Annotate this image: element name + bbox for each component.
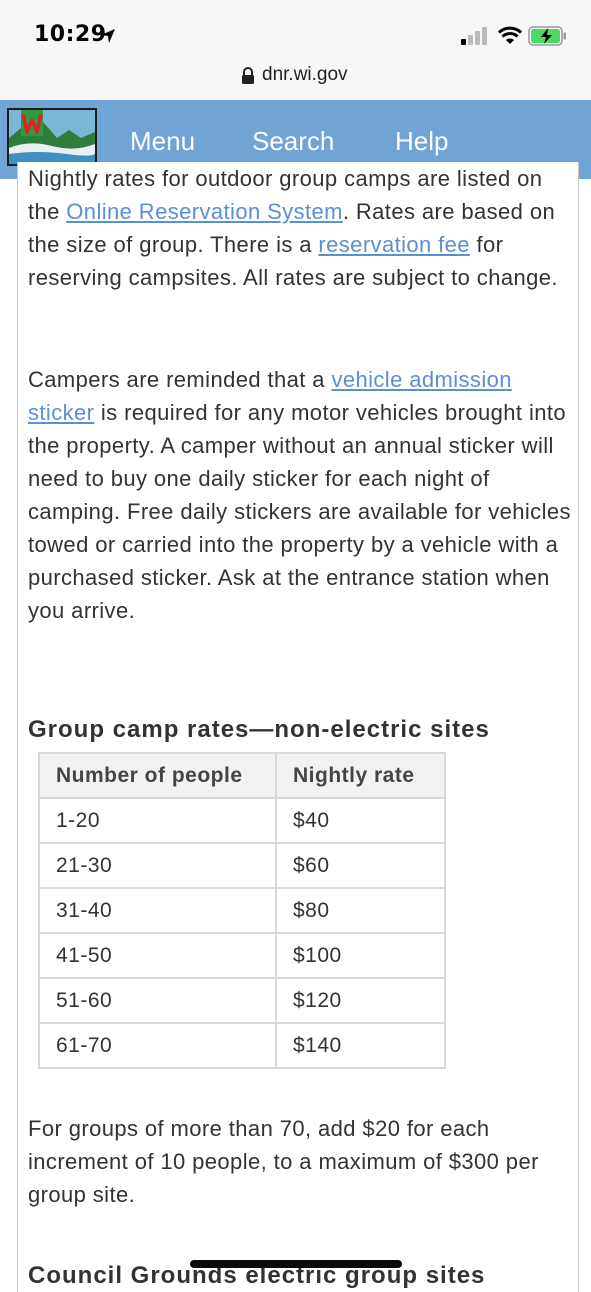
table-row: 31-40 $80 (38, 887, 446, 934)
table-header-row: Number of people Nightly rate (38, 752, 446, 799)
people-cell: 31-40 (38, 887, 277, 934)
nav-search-link[interactable]: Search (252, 126, 334, 157)
url-text[interactable]: dnr.wi.gov (262, 64, 348, 86)
location-arrow-icon (101, 29, 115, 43)
rate-cell: $60 (275, 842, 446, 889)
lock-icon (242, 67, 254, 84)
table-row: 61-70 $140 (38, 1022, 446, 1069)
rate-cell: $120 (275, 977, 446, 1024)
large-group-note: For groups of more than 70, add $20 for … (28, 1116, 539, 1207)
section-heading: Group camp rates—non-electric sites (28, 716, 490, 743)
para2-text-end: is required for any motor vehicles broug… (28, 400, 571, 623)
column-header-rate: Nightly rate (275, 752, 446, 799)
status-bar: 10:29 (0, 0, 591, 56)
rate-cell: $100 (275, 932, 446, 979)
battery-charging-icon (528, 26, 566, 46)
rate-cell: $80 (275, 887, 446, 934)
cellular-signal-icon (461, 27, 487, 45)
rates-table: Number of people Nightly rate 1-20 $40 2… (38, 752, 446, 1069)
people-cell: 21-30 (38, 842, 277, 889)
table-row: 51-60 $120 (38, 977, 446, 1024)
vehicle-sticker-paragraph: Campers are reminded that a vehicle admi… (28, 363, 573, 627)
table-row: 21-30 $60 (38, 842, 446, 889)
wisconsin-dnr-logo[interactable] (7, 108, 97, 166)
reservation-fee-link[interactable]: reservation fee (318, 232, 470, 257)
people-cell: 51-60 (38, 977, 277, 1024)
people-cell: 41-50 (38, 932, 277, 979)
people-cell: 61-70 (38, 1022, 277, 1069)
table-row: 1-20 $40 (38, 797, 446, 844)
nav-menu-link[interactable]: Menu (130, 126, 195, 157)
nav-help-link[interactable]: Help (395, 126, 448, 157)
online-reservation-system-link[interactable]: Online Reservation System (66, 199, 343, 224)
status-time: 10:29 (34, 22, 107, 47)
home-indicator[interactable] (190, 1260, 402, 1268)
table-row: 41-50 $100 (38, 932, 446, 979)
main-content: Nightly rates for outdoor group camps ar… (17, 162, 579, 1292)
rate-cell: $140 (275, 1022, 446, 1069)
column-header-people: Number of people (38, 752, 277, 799)
people-cell: 1-20 (38, 797, 277, 844)
wifi-icon (498, 26, 522, 44)
group-camp-rates-paragraph: Nightly rates for outdoor group camps ar… (28, 162, 573, 294)
address-bar[interactable]: dnr.wi.gov (0, 56, 591, 100)
para2-text-start: Campers are reminded that a (28, 367, 332, 392)
rate-cell: $40 (275, 797, 446, 844)
